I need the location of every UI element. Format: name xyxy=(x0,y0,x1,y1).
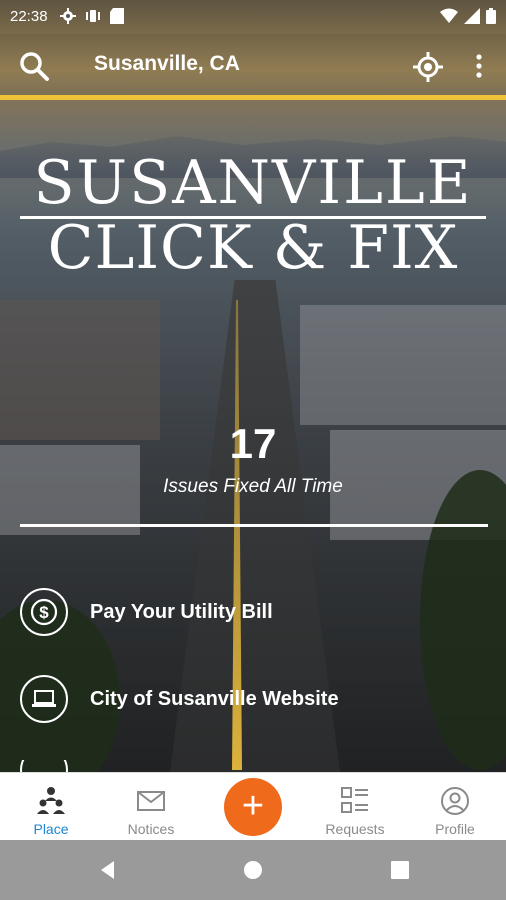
city-background-photo xyxy=(0,0,506,772)
requests-list-icon xyxy=(341,787,368,813)
city-website-link[interactable]: City of Susanville Website xyxy=(20,672,486,726)
vibrate-icon xyxy=(85,10,100,22)
issues-fixed-stat: 17 Issues Fixed All Time xyxy=(0,420,506,498)
location-title[interactable]: Susanville, CA xyxy=(94,52,240,76)
my-location-icon[interactable] xyxy=(412,51,444,83)
status-time: 22:38 xyxy=(10,7,48,25)
profile-icon xyxy=(441,787,469,815)
status-icons-left xyxy=(59,8,124,24)
envelope-icon xyxy=(137,791,165,811)
background-building xyxy=(300,305,506,425)
pay-utility-bill-label: Pay Your Utility Bill xyxy=(90,600,273,623)
wifi-icon xyxy=(440,8,458,23)
battery-icon xyxy=(486,8,496,24)
location-search-bar: Susanville, CA xyxy=(0,34,506,100)
system-navigation-bar xyxy=(0,840,506,900)
nav-notices-label: Notices xyxy=(127,821,175,837)
search-icon[interactable] xyxy=(18,50,50,82)
recent-apps-icon[interactable] xyxy=(388,858,412,882)
signal-icon xyxy=(464,8,480,24)
pay-utility-bill-link[interactable]: $ Pay Your Utility Bill xyxy=(20,585,486,639)
status-icons-right xyxy=(440,0,496,32)
nav-notices[interactable]: Notices xyxy=(106,773,196,841)
home-icon[interactable] xyxy=(241,858,265,882)
issues-fixed-caption: Issues Fixed All Time xyxy=(163,476,343,497)
city-website-label: City of Susanville Website xyxy=(90,687,339,710)
nav-requests-label: Requests xyxy=(325,821,385,837)
more-options-icon[interactable] xyxy=(468,50,490,82)
nav-place[interactable]: Place xyxy=(6,773,96,841)
issues-fixed-count: 17 xyxy=(229,420,277,467)
dollar-icon: $ xyxy=(20,588,68,636)
stat-divider xyxy=(20,524,488,527)
nav-profile-label: Profile xyxy=(435,821,475,837)
hero-title-line2: CLICK & FIX xyxy=(47,213,459,283)
sd-card-icon xyxy=(109,8,124,24)
svg-text:$: $ xyxy=(39,603,49,622)
settings-icon xyxy=(59,8,76,24)
background-building xyxy=(0,300,160,440)
back-icon[interactable] xyxy=(96,858,120,882)
hero-title: SUSANVILLE CLICK & FIX xyxy=(0,150,506,283)
add-request-button[interactable]: + xyxy=(224,778,282,836)
laptop-icon xyxy=(20,675,68,723)
header-accent-underline xyxy=(0,95,506,100)
nav-requests[interactable]: Requests xyxy=(310,773,400,841)
nav-profile[interactable]: Profile xyxy=(410,773,500,841)
place-icon xyxy=(37,787,65,814)
nav-place-label: Place xyxy=(33,821,69,837)
status-bar: 22:38 xyxy=(0,0,506,32)
hero-title-line1: SUSANVILLE xyxy=(33,148,473,218)
